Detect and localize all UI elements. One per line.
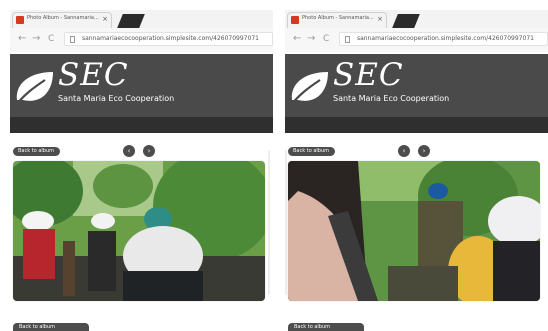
tab-strip: Photo Album - Sannamaria... × bbox=[285, 10, 548, 28]
address-bar[interactable]: sannamariaecocooperation.simplesite.com/… bbox=[64, 32, 273, 46]
page-icon bbox=[345, 36, 350, 43]
back-to-album-button[interactable]: Back to album bbox=[288, 147, 336, 156]
back-to-album-bottom[interactable]: Back to album bbox=[13, 323, 89, 331]
back-arrow-icon[interactable]: ← bbox=[18, 33, 26, 45]
tab-strip: Photo Album - Sannamaria... × bbox=[10, 10, 273, 28]
site-logo-text[interactable]: SEC bbox=[333, 56, 404, 94]
browser-window-right: Photo Album - Sannamaria... × ← → C sann… bbox=[285, 0, 548, 331]
site-logo-text[interactable]: SEC bbox=[58, 56, 129, 94]
page-icon bbox=[70, 36, 75, 43]
forward-arrow-icon[interactable]: → bbox=[32, 33, 40, 45]
address-bar[interactable]: sannamariaecocooperation.simplesite.com/… bbox=[339, 32, 548, 46]
new-tab-button[interactable] bbox=[392, 14, 420, 28]
new-tab-button[interactable] bbox=[117, 14, 145, 28]
back-to-album-bottom[interactable]: Back to album bbox=[288, 323, 364, 331]
favicon-icon bbox=[291, 16, 299, 24]
browser-toolbar: ← → C sannamariaecocooperation.simplesit… bbox=[10, 28, 273, 52]
site-header: SEC Santa Maria Eco Cooperation bbox=[10, 54, 273, 117]
reload-icon[interactable]: C bbox=[323, 33, 329, 45]
album-photo bbox=[13, 161, 265, 301]
tab-title: Photo Album - Sannamaria... bbox=[302, 15, 374, 21]
browser-tab[interactable]: Photo Album - Sannamaria... × bbox=[12, 12, 112, 28]
photo-image bbox=[288, 161, 540, 301]
forward-arrow-icon[interactable]: → bbox=[307, 33, 315, 45]
url-text: sannamariaecocooperation.simplesite.com/… bbox=[82, 35, 259, 42]
back-to-album-button[interactable]: Back to album bbox=[13, 147, 61, 156]
next-icon[interactable]: › bbox=[418, 145, 430, 157]
browser-tab[interactable]: Photo Album - Sannamaria... × bbox=[287, 12, 387, 28]
reload-icon[interactable]: C bbox=[48, 33, 54, 45]
site-tagline: Santa Maria Eco Cooperation bbox=[58, 94, 175, 103]
site-tagline: Santa Maria Eco Cooperation bbox=[333, 94, 450, 103]
site-header: SEC Santa Maria Eco Cooperation bbox=[285, 54, 548, 117]
tab-title: Photo Album - Sannamaria... bbox=[27, 15, 99, 21]
close-icon[interactable]: × bbox=[377, 14, 383, 24]
url-text: sannamariaecocooperation.simplesite.com/… bbox=[357, 35, 534, 42]
browser-window-left: Photo Album - Sannamaria... × ← → C sann… bbox=[10, 0, 273, 331]
scroll-track[interactable] bbox=[285, 150, 287, 295]
next-icon[interactable]: › bbox=[143, 145, 155, 157]
header-strip bbox=[10, 117, 273, 133]
photo-image bbox=[13, 161, 265, 301]
browser-toolbar: ← → C sannamariaecocooperation.simplesit… bbox=[285, 28, 548, 52]
leaf-logo-icon bbox=[289, 72, 328, 107]
favicon-icon bbox=[16, 16, 24, 24]
scroll-track[interactable] bbox=[268, 150, 270, 295]
album-photo bbox=[288, 161, 540, 301]
prev-icon[interactable]: ‹ bbox=[398, 145, 410, 157]
back-arrow-icon[interactable]: ← bbox=[293, 33, 301, 45]
prev-icon[interactable]: ‹ bbox=[123, 145, 135, 157]
header-strip bbox=[285, 117, 548, 133]
leaf-logo-icon bbox=[14, 72, 53, 107]
close-icon[interactable]: × bbox=[102, 14, 108, 24]
